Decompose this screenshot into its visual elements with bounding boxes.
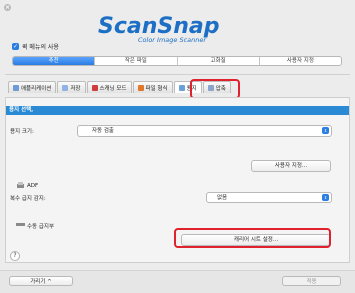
chevron-updown-icon: ⇕ bbox=[322, 194, 329, 201]
tab-scan-mode[interactable]: 스캐닝 모드 bbox=[86, 81, 132, 93]
manual-feed-icon bbox=[16, 223, 25, 226]
multifeed-label: 복수 급지 감지: bbox=[10, 196, 46, 202]
tab-save-label: 저장 bbox=[70, 85, 81, 92]
application-icon bbox=[13, 84, 19, 91]
folder-icon bbox=[62, 84, 69, 91]
quick-menu-row: ✓ 퀵 메뉴의 사용 bbox=[12, 42, 59, 51]
tab-file-format-label: 파일 형식 bbox=[145, 85, 168, 92]
multifeed-select[interactable]: 없음 ⇕ bbox=[206, 192, 332, 203]
chevron-updown-icon: ⇕ bbox=[322, 127, 329, 134]
quick-menu-label: 퀵 메뉴의 사용 bbox=[22, 44, 59, 51]
adf-icon bbox=[17, 182, 24, 188]
profile-small-file[interactable]: 작은 파일 bbox=[95, 57, 178, 65]
tab-application[interactable]: 애플리케이션 bbox=[8, 81, 57, 93]
tab-save[interactable]: 저장 bbox=[57, 81, 86, 93]
hide-button-label: 가리기 bbox=[30, 279, 46, 285]
tab-scan-mode-label: 스캐닝 모드 bbox=[99, 85, 127, 92]
chevron-up-icon: ^ bbox=[47, 279, 52, 285]
paper-tab-highlight bbox=[190, 79, 240, 99]
multifeed-value: 없음 bbox=[217, 195, 228, 201]
profile-high-quality[interactable]: 고화질 bbox=[178, 57, 260, 65]
tab-application-label: 애플리케이션 bbox=[21, 85, 52, 92]
help-button[interactable]: ? bbox=[10, 251, 20, 261]
scansnap-settings-window: × ScanSnap Color Image Scanner ✓ 퀵 메뉴의 사… bbox=[0, 0, 355, 293]
quick-menu-checkbox[interactable]: ✓ bbox=[12, 43, 19, 50]
paper-icon bbox=[178, 84, 185, 91]
logo-subtitle-text: Color Image Scanner bbox=[138, 36, 207, 44]
apply-button[interactable]: 적용 bbox=[282, 276, 341, 286]
hide-button[interactable]: 가리기 ^ bbox=[9, 276, 73, 286]
section-title: 용지 선택, bbox=[6, 106, 349, 115]
tab-file-format[interactable]: 파일 형식 bbox=[132, 81, 173, 93]
file-format-icon bbox=[137, 84, 144, 91]
profile-custom[interactable]: 사용자 지정 bbox=[260, 57, 341, 65]
scansnap-logo: ScanSnap Color Image Scanner bbox=[98, 14, 220, 44]
carrier-button-highlight bbox=[174, 228, 331, 248]
paper-size-value: 자동 검출 bbox=[92, 128, 114, 134]
profile-recommended[interactable]: 추천 bbox=[13, 57, 96, 65]
close-button[interactable]: × bbox=[4, 4, 11, 11]
adf-label: ADF bbox=[27, 183, 39, 189]
paper-size-select[interactable]: 자동 검출 ⇕ bbox=[77, 125, 332, 137]
custom-paper-button[interactable]: 사용자 지정... bbox=[251, 160, 331, 172]
paper-size-label: 용지 크기: bbox=[10, 129, 34, 135]
scan-mode-icon bbox=[91, 84, 98, 91]
bottom-bar: 가리기 ^ 적용 bbox=[0, 270, 355, 293]
profile-segmented-control: 추천 작은 파일 고화질 사용자 지정 bbox=[12, 56, 342, 66]
manual-feed-label: 수동 급지부 bbox=[27, 224, 55, 230]
